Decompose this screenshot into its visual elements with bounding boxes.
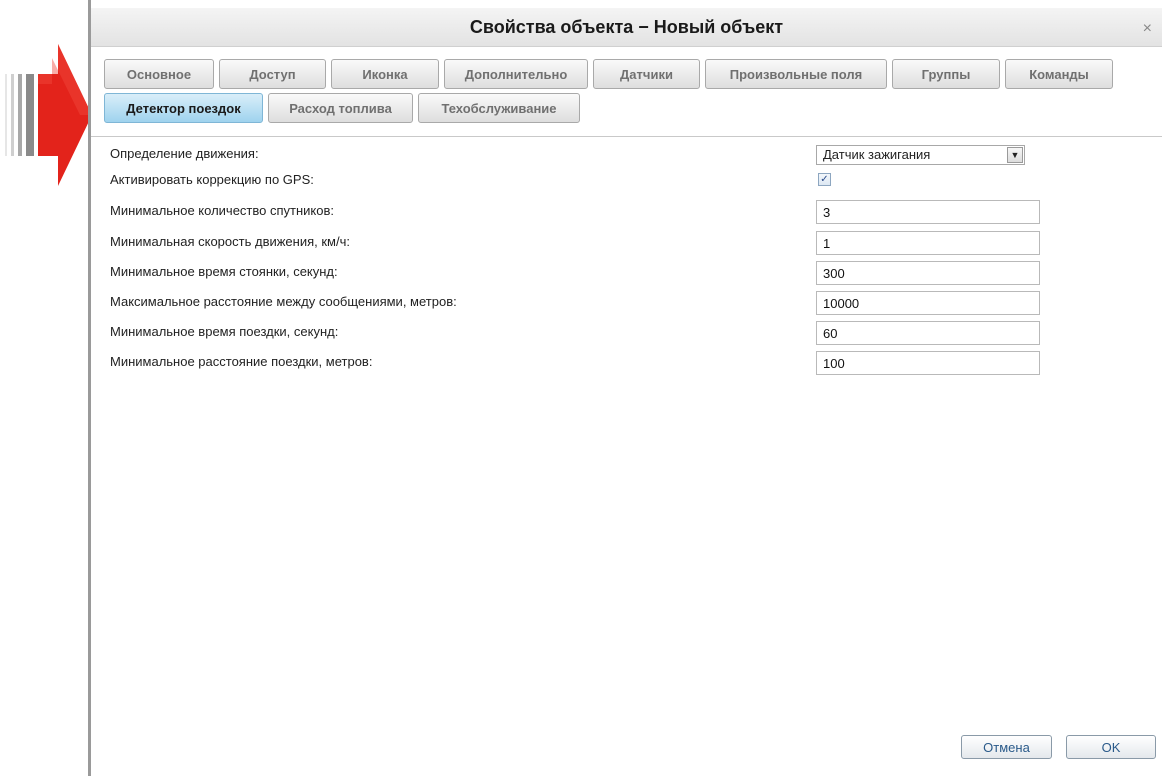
tab-divider	[91, 136, 1162, 137]
min-trip-distance-row: Минимальное расстояние поездки, метров:	[110, 351, 1150, 375]
min-trip-time-row: Минимальное время поездки, секунд:	[110, 321, 1150, 345]
min-satellites-row: Минимальное количество спутников:	[110, 200, 1150, 224]
tab-access[interactable]: Доступ	[219, 59, 326, 89]
tab-basic[interactable]: Основное	[104, 59, 214, 89]
min-parking-time-label: Минимальное время стоянки, секунд:	[110, 264, 338, 279]
gps-correction-checkbox[interactable]: ✓	[818, 173, 831, 186]
movement-detection-value: Датчик зажигания	[823, 147, 931, 162]
min-speed-input[interactable]	[816, 231, 1040, 255]
tab-fuel-consumption[interactable]: Расход топлива	[268, 93, 413, 123]
tab-trip-detector[interactable]: Детектор поездок	[104, 93, 263, 123]
max-message-distance-row: Максимальное расстояние между сообщениям…	[110, 291, 1150, 315]
min-trip-distance-label: Минимальное расстояние поездки, метров:	[110, 354, 373, 369]
tab-sensors[interactable]: Датчики	[593, 59, 700, 89]
tab-custom-fields[interactable]: Произвольные поля	[705, 59, 887, 89]
min-speed-label: Минимальная скорость движения, км/ч:	[110, 234, 350, 249]
tab-commands[interactable]: Команды	[1005, 59, 1113, 89]
min-trip-distance-input[interactable]	[816, 351, 1040, 375]
min-satellites-input[interactable]	[816, 200, 1040, 224]
dialog-title: Свойства объекта − Новый объект	[469, 17, 784, 37]
movement-detection-row: Определение движения: Датчик зажигания ▼	[110, 143, 1150, 167]
movement-detection-select[interactable]: Датчик зажигания ▼	[816, 145, 1025, 165]
max-message-distance-input[interactable]	[816, 291, 1040, 315]
gps-correction-label: Активировать коррекцию по GPS:	[110, 172, 314, 187]
red-arrow-icon	[5, 44, 92, 186]
checkmark-icon: ✓	[820, 174, 829, 185]
min-trip-time-label: Минимальное время поездки, секунд:	[110, 324, 339, 339]
tab-groups[interactable]: Группы	[892, 59, 1000, 89]
dialog-titlebar: Свойства объекта − Новый объект ×	[91, 8, 1162, 47]
tab-advanced[interactable]: Дополнительно	[444, 59, 588, 89]
tab-row-1: Основное Доступ Иконка Дополнительно Дат…	[104, 59, 1144, 89]
min-satellites-label: Минимальное количество спутников:	[110, 203, 335, 218]
ok-button[interactable]: OK	[1066, 735, 1156, 759]
min-speed-row: Минимальная скорость движения, км/ч:	[110, 231, 1150, 255]
min-trip-time-input[interactable]	[816, 321, 1040, 345]
tab-row-2: Детектор поездок Расход топлива Техобслу…	[104, 93, 1144, 123]
page: Свойства объекта − Новый объект × Основн…	[0, 0, 1162, 776]
max-message-distance-label: Максимальное расстояние между сообщениям…	[110, 294, 457, 309]
cancel-button[interactable]: Отмена	[961, 735, 1052, 759]
chevron-down-icon[interactable]: ▼	[1007, 147, 1023, 163]
object-properties-dialog: Свойства объекта − Новый объект × Основн…	[88, 0, 1162, 776]
tab-maintenance[interactable]: Техобслуживание	[418, 93, 580, 123]
movement-detection-label: Определение движения:	[110, 146, 259, 161]
tab-icon[interactable]: Иконка	[331, 59, 439, 89]
min-parking-time-row: Минимальное время стоянки, секунд:	[110, 261, 1150, 285]
tab-bar: Основное Доступ Иконка Дополнительно Дат…	[104, 59, 1144, 127]
close-icon[interactable]: ×	[1143, 20, 1152, 38]
min-parking-time-input[interactable]	[816, 261, 1040, 285]
gps-correction-row: Активировать коррекцию по GPS: ✓	[110, 169, 1150, 193]
